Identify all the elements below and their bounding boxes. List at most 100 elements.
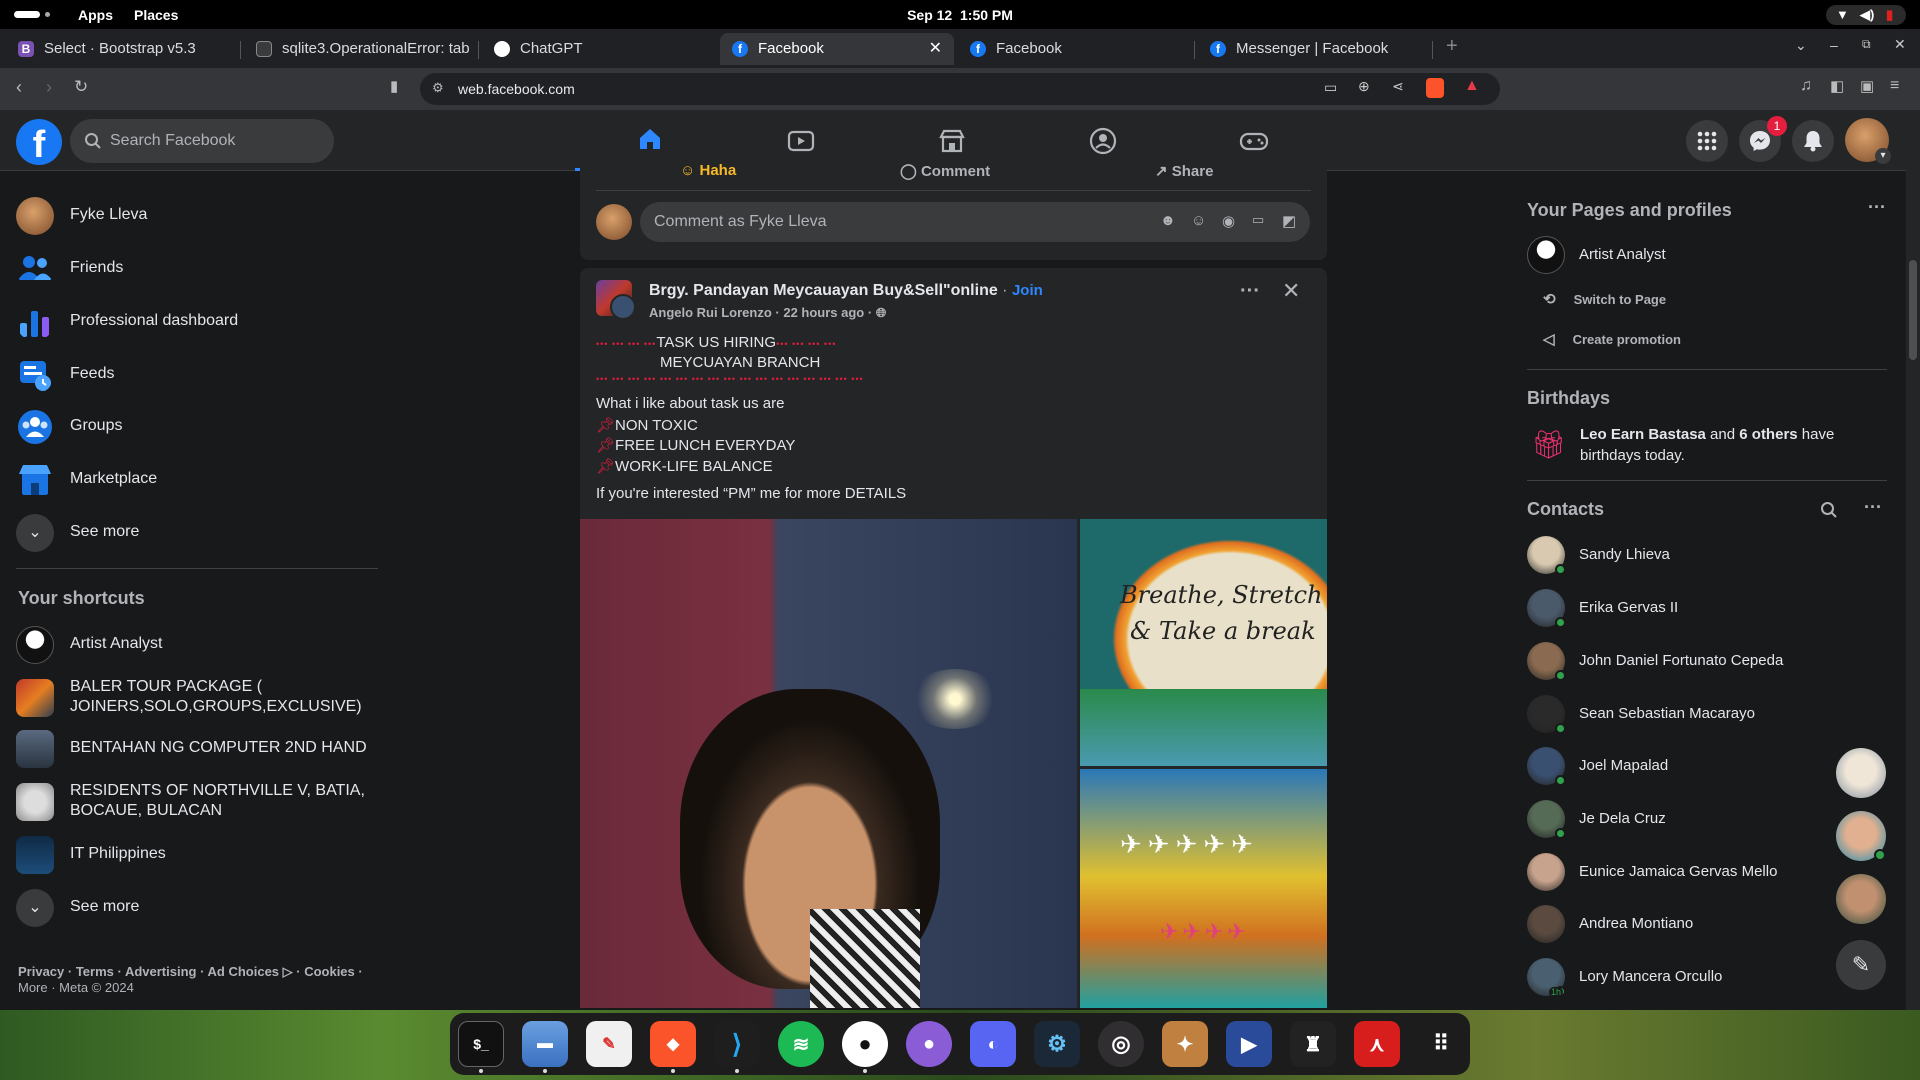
reload-icon[interactable]: ↻ — [74, 77, 88, 97]
gimp-icon[interactable]: ✦ — [1162, 1021, 1208, 1067]
text-editor-icon[interactable]: ✎ — [586, 1021, 632, 1067]
notifications-button[interactable] — [1792, 120, 1834, 162]
more-options-icon[interactable]: ··· — [1240, 280, 1260, 303]
sidebar-see-more[interactable]: ⌄ See more — [16, 508, 376, 556]
contact-row[interactable]: Sandy Lhieva — [1527, 531, 1857, 579]
spotify-icon[interactable]: ≋ — [778, 1021, 824, 1067]
show-apps-icon[interactable]: ⠿ — [1418, 1021, 1464, 1067]
post-time[interactable]: 22 hours ago — [783, 305, 864, 320]
address-bar[interactable]: ⚙ web.facebook.com ▭ ⊕ ⋖ ▲ — [420, 73, 1500, 105]
contact-row[interactable]: Sean Sebastian Macarayo — [1527, 690, 1857, 738]
tab-bootstrap[interactable]: B Select · Bootstrap v5.3 — [6, 33, 238, 65]
contact-row[interactable]: Erika Gervas II — [1527, 584, 1857, 632]
sticker-icon[interactable]: ◩ — [1282, 212, 1296, 230]
comment-input[interactable]: Comment as Fyke Lleva ☻ ☺ ◉ ▭ ◩ — [640, 202, 1310, 242]
minimize-icon[interactable]: – — [1830, 37, 1838, 53]
obs-icon[interactable]: ◎ — [1098, 1021, 1144, 1067]
shortcuts-see-more[interactable]: ⌄ See more — [16, 883, 376, 931]
post-photo-2[interactable]: Breathe, Stretch & Take a break — [1080, 519, 1327, 766]
chat-head[interactable] — [1836, 811, 1886, 861]
cast-icon[interactable]: ▭ — [1324, 79, 1337, 96]
sidebar-item-professional-dashboard[interactable]: Professional dashboard — [16, 297, 376, 345]
tab-chatgpt[interactable]: ChatGPT — [482, 33, 714, 65]
shortcut-baler-tour[interactable]: BALER TOUR PACKAGE ( JOINERS,SOLO,GROUPS… — [16, 673, 376, 725]
sidebar-item-groups[interactable]: Groups — [16, 402, 376, 450]
close-tab-icon[interactable]: ✕ — [929, 33, 942, 65]
tab-facebook-active[interactable]: f Facebook ✕ — [720, 33, 954, 65]
chat-head[interactable] — [1836, 874, 1886, 924]
new-tab-button[interactable]: + — [1446, 35, 1458, 58]
shortcut-bentahan[interactable]: BENTAHAN NG COMPUTER 2ND HAND — [16, 724, 376, 772]
sidebar-item-profile[interactable]: Fyke Lleva — [16, 191, 376, 239]
github-desktop-icon[interactable]: ● — [906, 1021, 952, 1067]
sidebar-toggle-icon[interactable]: ◧ — [1830, 77, 1844, 95]
sidebar-item-friends[interactable]: Friends — [16, 244, 376, 292]
facebook-logo-icon[interactable]: f — [16, 119, 62, 165]
kdenlive-icon[interactable]: ▶ — [1226, 1021, 1272, 1067]
shortcut-artist-analyst[interactable]: Artist Analyst — [16, 620, 376, 668]
shortcut-northville[interactable]: RESIDENTS OF NORTHVILLE V, BATIA, BOCAUE… — [16, 777, 376, 829]
footer-links[interactable]: Privacy · Terms · Advertising · Ad Choic… — [18, 964, 363, 980]
post-photo-3[interactable]: ✈✈✈✈✈ ✈✈✈✈ — [1080, 769, 1327, 1008]
wallet-icon[interactable]: ▣ — [1860, 77, 1874, 95]
page-artist-analyst[interactable]: Artist Analyst — [1527, 231, 1857, 279]
menu-icon[interactable]: ≡ — [1890, 77, 1899, 95]
forward-icon[interactable]: › — [46, 77, 52, 98]
tab-messenger[interactable]: f Messenger | Facebook — [1198, 33, 1430, 65]
comment-button[interactable]: ◯ Comment — [900, 162, 990, 180]
back-icon[interactable]: ‹ — [16, 77, 22, 98]
steam-icon[interactable]: ⚙ — [1034, 1021, 1080, 1067]
close-icon[interactable]: ✕ — [1282, 278, 1300, 304]
contacts-more-icon[interactable]: ··· — [1864, 497, 1882, 518]
create-promotion-button[interactable]: ◁ Create promotion — [1543, 330, 1681, 348]
sidebar-item-feeds[interactable]: Feeds — [16, 350, 376, 398]
shortcut-it-philippines[interactable]: IT Philippines — [16, 830, 376, 878]
bookmark-icon[interactable]: ▮ — [390, 77, 398, 95]
vscode-icon[interactable]: ⟩ — [714, 1021, 760, 1067]
godot-icon[interactable]: ♜ — [1290, 1021, 1336, 1067]
close-window-icon[interactable]: ✕ — [1894, 36, 1906, 53]
post-photo-main[interactable] — [580, 519, 1077, 1008]
tab-sqlite[interactable]: sqlite3.OperationalError: tab — [244, 33, 476, 65]
gif-icon[interactable]: ▭ — [1252, 212, 1264, 228]
scrollbar[interactable] — [1906, 110, 1920, 1010]
haha-button[interactable]: ☺ Haha — [680, 162, 736, 179]
zoom-icon[interactable]: ⊕ — [1358, 78, 1370, 95]
github-icon[interactable]: ● — [842, 1021, 888, 1067]
chat-head[interactable] — [1836, 748, 1886, 798]
group-name-link[interactable]: Brgy. Pandayan Meycauayan Buy&Sell"onlin… — [649, 282, 998, 299]
join-link[interactable]: Join — [1012, 282, 1043, 299]
sidebar-item-marketplace[interactable]: Marketplace — [16, 455, 376, 503]
avatar-sticker-icon[interactable]: ☻ — [1160, 212, 1176, 229]
brave-rewards-icon[interactable]: ▲ — [1464, 77, 1480, 95]
birthday-text[interactable]: Leo Earn Bastasa and 6 others have birth… — [1580, 424, 1870, 466]
terminal-icon[interactable]: $_ — [458, 1021, 504, 1067]
discord-icon[interactable]: ◐ — [970, 1021, 1016, 1067]
contact-row[interactable]: Eunice Jamaica Gervas Mello — [1527, 848, 1857, 896]
author-avatar[interactable] — [610, 294, 636, 320]
contact-row[interactable]: Lory Mancera Orcullo 1h — [1527, 953, 1857, 1001]
account-avatar[interactable]: ▾ — [1845, 118, 1891, 164]
share-icon[interactable]: ⋖ — [1392, 78, 1404, 95]
pages-more-icon[interactable]: ··· — [1868, 197, 1886, 218]
files-icon[interactable]: ▬ — [522, 1021, 568, 1067]
media-icon[interactable]: ♫ — [1800, 77, 1812, 95]
contact-row[interactable]: Andrea Montiano — [1527, 900, 1857, 948]
scrollbar-thumb[interactable] — [1909, 260, 1917, 360]
contact-row[interactable]: John Daniel Fortunato Cepeda — [1527, 637, 1857, 685]
tab-list-chevron-icon[interactable]: ⌄ — [1795, 37, 1807, 54]
clock[interactable]: Sep 12 1:50 PM — [0, 7, 1920, 23]
contact-row[interactable]: Joel Mapalad — [1527, 742, 1857, 790]
messenger-button[interactable]: 1 — [1739, 116, 1787, 162]
contact-row[interactable]: Je Dela Cruz — [1527, 795, 1857, 843]
brave-shield-icon[interactable] — [1426, 78, 1444, 98]
site-info-icon[interactable]: ⚙ — [432, 80, 444, 96]
pdf-reader-icon[interactable]: ⋏ — [1354, 1021, 1400, 1067]
tab-facebook-2[interactable]: f Facebook — [958, 33, 1190, 65]
camera-icon[interactable]: ◉ — [1222, 212, 1235, 230]
brave-icon[interactable]: ◆ — [650, 1021, 696, 1067]
share-button[interactable]: ↗ Share — [1155, 162, 1213, 180]
restore-icon[interactable]: ⧉ — [1862, 37, 1871, 52]
emoji-icon[interactable]: ☺ — [1191, 212, 1206, 229]
author-link[interactable]: Angelo Rui Lorenzo — [649, 305, 772, 320]
